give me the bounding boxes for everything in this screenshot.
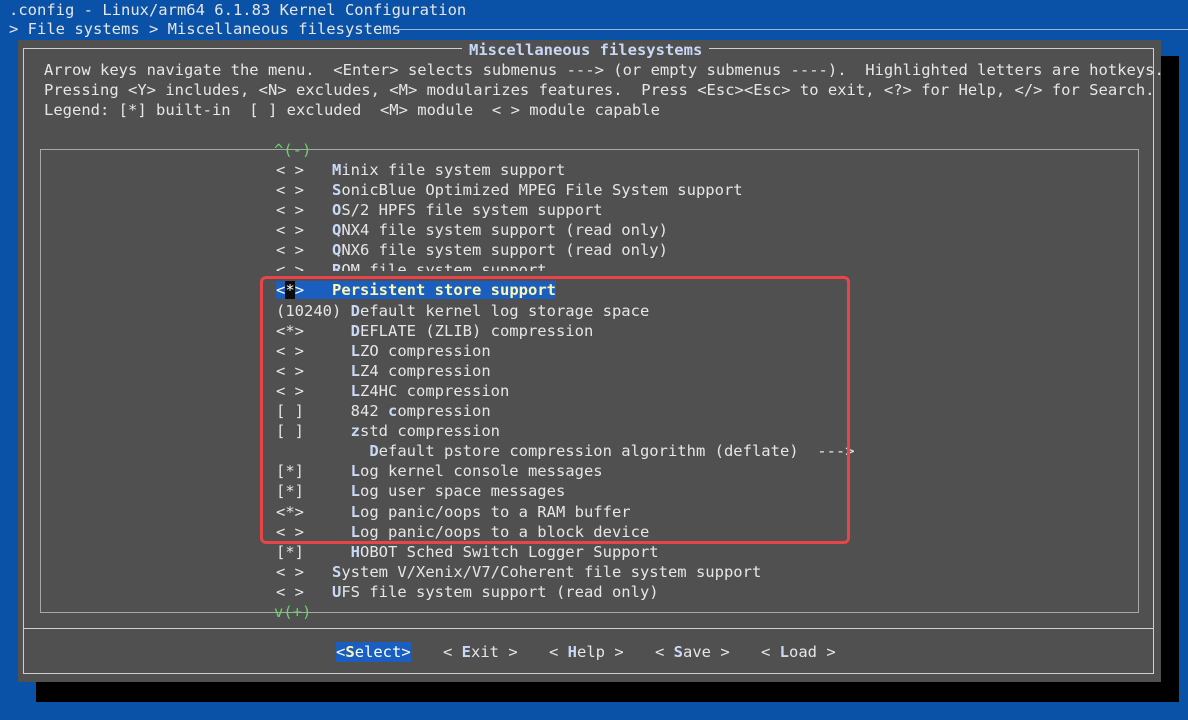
menu-item-os2-hpfs[interactable]: < > OS/2 HPFS file system support — [276, 200, 855, 220]
menu-item-sonicblue[interactable]: < > SonicBlue Optimized MPEG File System… — [276, 180, 855, 200]
select-button[interactable]: <Select> — [336, 642, 411, 662]
help-button[interactable]: < Help > — [549, 642, 624, 662]
help-line-3: Legend: [*] built-in [ ] excluded <M> mo… — [44, 101, 660, 119]
button-divider — [23, 628, 1154, 629]
help-line-1: Arrow keys navigate the menu. <Enter> se… — [44, 61, 1164, 79]
annotation-highlight-box — [260, 276, 850, 544]
exit-button[interactable]: < Exit > — [443, 642, 518, 662]
menu-item-hobot[interactable]: [*] HOBOT Sched Switch Logger Support — [276, 542, 855, 562]
menu-item-ufs[interactable]: < > UFS file system support (read only) — [276, 582, 855, 602]
window-title: .config - Linux/arm64 6.1.83 Kernel Conf… — [9, 1, 467, 19]
scroll-down-indicator[interactable]: v(+) — [274, 602, 311, 622]
menu-item-minix[interactable]: < > Minix file system support — [276, 160, 855, 180]
dialog-title: Miscellaneous filesystems — [462, 40, 710, 60]
menu-item-qnx6[interactable]: < > QNX6 file system support (read only) — [276, 240, 855, 260]
help-line-2: Pressing <Y> includes, <N> excludes, <M>… — [44, 81, 1155, 99]
breadcrumb: > File systems > Miscellaneous filesyste… — [9, 20, 401, 38]
menu-item-romfs[interactable]: < > ROM file system support — [276, 260, 855, 271]
scroll-up-indicator[interactable]: ^(-) — [274, 140, 311, 160]
menu-item-sysv[interactable]: < > System V/Xenix/V7/Coherent file syst… — [276, 562, 855, 582]
breadcrumb-rule — [392, 29, 1188, 30]
button-bar: <Select> < Exit > < Help > < Save > < Lo… — [18, 642, 1161, 662]
save-button[interactable]: < Save > — [655, 642, 730, 662]
load-button[interactable]: < Load > — [761, 642, 836, 662]
menu-item-qnx4[interactable]: < > QNX4 file system support (read only) — [276, 220, 855, 240]
